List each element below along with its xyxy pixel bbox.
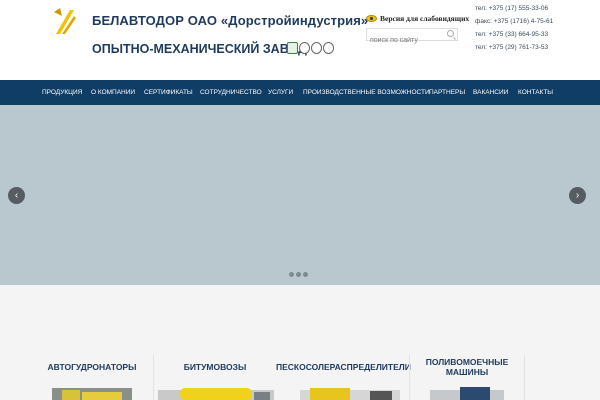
low-vision-label: Версия для слабовидящих — [380, 14, 470, 23]
search-icon[interactable] — [447, 30, 454, 37]
certificate-icon — [323, 42, 334, 54]
category-title-line2[interactable]: машины — [410, 367, 524, 377]
product-image-icon[interactable] — [430, 386, 504, 400]
nav-item-about[interactable]: О компании — [91, 80, 135, 105]
search-input[interactable] — [367, 35, 445, 46]
phone-line: тел: +375 (17) 555-33-06 — [475, 5, 549, 12]
slider-next-button[interactable]: › — [569, 187, 586, 204]
category-title[interactable]: Пескосолераспределители — [276, 362, 411, 372]
certificate-icon — [311, 42, 322, 54]
category-washing-machines[interactable]: Поливомоечные машины — [410, 355, 524, 400]
nav-item-products[interactable]: Продукция — [42, 80, 82, 105]
fax-line: факс: +375 (1716) 4-75-61 — [475, 18, 554, 25]
nav-item-services[interactable]: Услуги — [268, 80, 293, 105]
certificates-badges — [287, 42, 334, 56]
site-header: БЕЛАВТОДОР ОАО «Дорстройиндустрия» ОПЫТН… — [0, 0, 600, 80]
nav-item-cooperation[interactable]: Сотрудничество — [200, 80, 262, 105]
certificate-icon — [287, 42, 298, 54]
category-title[interactable]: Битумовозы — [154, 362, 276, 372]
category-title[interactable]: Автогудронаторы — [40, 362, 144, 372]
search-box — [366, 28, 458, 46]
product-categories: Автогудронаторы Битумовозы Пескосолерасп… — [0, 285, 600, 400]
nav-item-contacts[interactable]: Контакты — [518, 80, 553, 105]
category-sand-spreaders[interactable]: Пескосолераспределители — [276, 355, 411, 400]
phone-line: тел: +375 (33) 664-95-33 — [475, 31, 549, 38]
nav-item-partners[interactable]: Партнеры — [429, 80, 465, 105]
product-image-icon[interactable] — [300, 386, 400, 400]
slider-prev-button[interactable]: ‹ — [8, 187, 25, 204]
category-divider — [524, 355, 525, 400]
slider-pagination — [289, 272, 308, 277]
slider-dot[interactable] — [296, 272, 301, 277]
nav-item-vacancies[interactable]: Вакансии — [473, 80, 508, 105]
category-title[interactable]: Поливомоечные — [410, 357, 524, 367]
slider-dot[interactable] — [289, 272, 294, 277]
product-image-icon[interactable] — [52, 386, 132, 400]
nav-item-certificates[interactable]: Сертификаты — [144, 80, 193, 105]
contact-phones: тел: +375 (17) 555-33-06 факс: +375 (171… — [475, 2, 553, 54]
company-title[interactable]: БЕЛАВТОДОР ОАО «Дорстройиндустрия» — [92, 13, 368, 28]
company-subtitle: ОПЫТНО-МЕХАНИЧЕСКИЙ ЗАВОД — [92, 42, 307, 56]
product-image-icon[interactable] — [158, 386, 274, 400]
main-navigation: Продукция О компании Сертификаты Сотрудн… — [0, 80, 600, 105]
certificate-icon — [299, 42, 310, 54]
eye-icon — [366, 15, 377, 22]
phone-line: тел: +375 (29) 761-73-53 — [475, 44, 549, 51]
company-logo-icon[interactable] — [52, 6, 78, 38]
hero-slider: ‹ › — [0, 105, 600, 285]
category-bitumen-trucks[interactable]: Битумовозы — [154, 355, 276, 400]
slider-dot[interactable] — [303, 272, 308, 277]
nav-item-production[interactable]: Производственные возможности — [303, 80, 430, 105]
category-asphalt-distributors[interactable]: Автогудронаторы — [40, 355, 144, 400]
low-vision-link[interactable]: Версия для слабовидящих — [366, 14, 469, 23]
